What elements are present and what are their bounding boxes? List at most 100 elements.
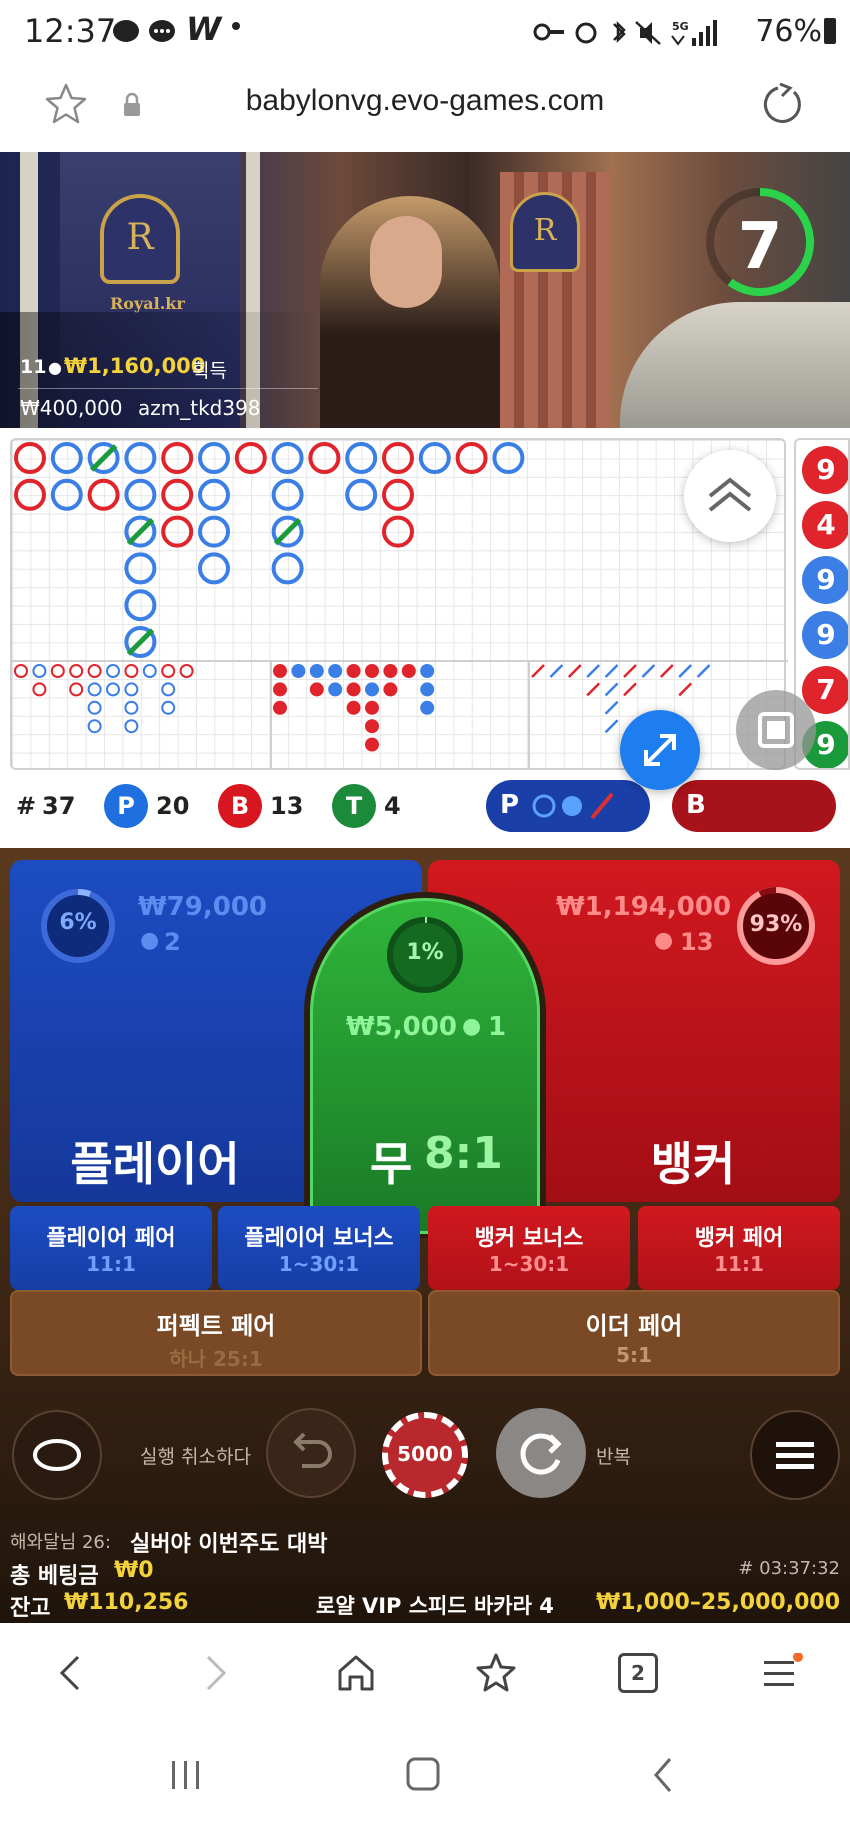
side-bet-3[interactable]: 뱅커 페어 11:1 <box>638 1206 840 1290</box>
side-bet-odds: 1~30:1 <box>278 1252 360 1276</box>
expand-button[interactable] <box>620 710 700 790</box>
recent-apps-icon[interactable] <box>166 1757 206 1793</box>
player-bead <box>198 442 230 474</box>
banker-amount: ₩1,194,000 <box>556 892 732 922</box>
player-bead <box>492 442 525 474</box>
player-count: 20 <box>156 792 190 820</box>
home-button-icon[interactable] <box>404 1755 444 1795</box>
battery-icon <box>824 18 836 44</box>
player-bead <box>271 478 304 511</box>
tie-amount: ₩5,000 <box>346 1012 457 1042</box>
tie-mark <box>273 517 302 546</box>
player-percent: 6% <box>59 910 97 935</box>
banker-players: 13 <box>680 928 714 956</box>
side-bet-1[interactable]: 플레이어 보너스 1~30:1 <box>218 1206 420 1290</box>
banker-bead <box>234 442 267 474</box>
svg-text:5G: 5G <box>672 20 689 33</box>
chip-stack[interactable]: 5000 <box>366 1410 486 1500</box>
crest-left: R <box>100 194 180 284</box>
top-win-user: azm_tkd398 <box>138 396 261 420</box>
repeat-button[interactable] <box>496 1408 586 1498</box>
perfect-pair-bet[interactable]: 퍼펙트 페어 하나 25:1 <box>10 1290 422 1376</box>
cockroach-road-slash <box>586 664 601 678</box>
tie-percent: 1% <box>406 940 444 965</box>
browser-bottom-toolbar: 2 <box>0 1623 850 1723</box>
round-number: 37 <box>42 792 76 820</box>
player-count-badge: P <box>104 784 148 828</box>
url-text[interactable]: babylonvg.evo-games.com <box>0 84 850 118</box>
reload-icon[interactable] <box>760 82 806 128</box>
small-road-dot <box>365 700 379 715</box>
small-road-dot <box>291 664 306 678</box>
banker-bead <box>382 442 414 474</box>
cockroach-road-slash <box>604 682 619 697</box>
either-pair-bet[interactable]: 이더 페어 5:1 <box>428 1290 840 1376</box>
menu-icon[interactable] <box>760 1653 804 1693</box>
undo-button[interactable] <box>266 1408 356 1498</box>
small-road-dot <box>273 700 287 715</box>
small-road-dot <box>365 719 379 734</box>
player-person-icon: ● <box>140 928 160 953</box>
tie-label: 무 <box>370 1137 413 1191</box>
bookmarks-icon[interactable] <box>474 1651 518 1695</box>
chip-value: 5000 <box>397 1442 453 1466</box>
player-bead <box>50 478 83 511</box>
forward-icon[interactable] <box>196 1653 236 1693</box>
banker-bead <box>382 478 414 511</box>
collapse-button[interactable] <box>684 450 776 542</box>
small-road-dot <box>401 664 416 678</box>
banker-bead <box>308 442 341 474</box>
side-bet-odds: 11:1 <box>86 1252 136 1276</box>
side-bet-0[interactable]: 플레이어 페어 11:1 <box>10 1206 212 1290</box>
small-road-dot <box>365 682 379 697</box>
big-eye-bead <box>69 664 84 678</box>
system-back-icon[interactable] <box>648 1755 678 1795</box>
back-icon[interactable] <box>50 1653 90 1693</box>
chevron-double-up-icon <box>708 477 752 512</box>
countdown-value: 7 <box>737 210 783 284</box>
small-road-dot <box>273 682 287 697</box>
player-bead <box>50 442 83 474</box>
big-eye-bead <box>87 719 102 734</box>
home-icon[interactable] <box>334 1651 378 1695</box>
game-id: # 03:37:32 <box>738 1558 840 1579</box>
repeat-label: 반복 <box>596 1446 631 1468</box>
tie-count: 4 <box>384 792 401 820</box>
pip-button[interactable] <box>736 690 816 770</box>
big-eye-bead <box>69 682 84 697</box>
repeat-icon <box>520 1433 562 1475</box>
big-eye-bead <box>106 682 120 697</box>
side-bet-2[interactable]: 뱅커 보너스 1~30:1 <box>428 1206 630 1290</box>
cockroach-road-slash <box>604 700 619 715</box>
big-eye-bead <box>142 664 157 678</box>
banker-bead <box>161 442 194 474</box>
cockroach-road-slash <box>549 664 564 678</box>
tie-mark <box>126 517 155 546</box>
player-bead <box>198 478 230 511</box>
either-pair-label: 이더 페어 <box>585 1312 683 1340</box>
player-bead <box>345 442 378 474</box>
chat-message: 실버야 이번주도 대박 <box>130 1532 328 1557</box>
winnings-suffix: 획득 <box>192 360 227 382</box>
chat-bubble-button[interactable] <box>12 1410 102 1500</box>
big-eye-bead <box>14 664 28 678</box>
tabs-button[interactable]: 2 <box>618 1653 658 1693</box>
big-eye-bead <box>32 664 47 678</box>
tie-person-icon: ● <box>462 1014 482 1039</box>
hamburger-icon <box>776 1442 814 1469</box>
small-road-dot <box>420 682 435 697</box>
banker-bead <box>382 515 414 548</box>
side-bet-label: 뱅커 페어 <box>694 1226 784 1251</box>
small-road-dot <box>420 700 435 715</box>
tab-count: 2 <box>631 1661 645 1685</box>
cockroach-road-slash <box>604 664 619 678</box>
side-bet-label: 뱅커 보너스 <box>474 1226 584 1251</box>
cockroach-road-slash <box>678 682 693 697</box>
menu-button[interactable] <box>750 1410 840 1500</box>
small-road-dot <box>365 664 379 678</box>
big-eye-bead <box>179 664 194 678</box>
player-bead <box>271 442 304 474</box>
player-bead <box>418 442 451 474</box>
big-eye-bead <box>124 719 139 734</box>
banker-bead <box>14 442 46 474</box>
